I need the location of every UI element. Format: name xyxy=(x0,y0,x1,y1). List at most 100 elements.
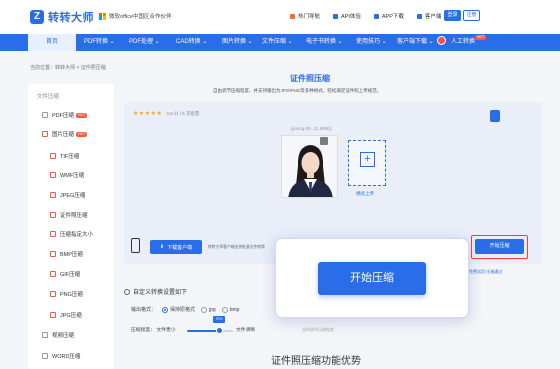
toplink-label: 热门导航 xyxy=(298,14,321,20)
id-photo-icon xyxy=(50,212,56,218)
radio-jpg[interactable] xyxy=(201,306,208,313)
breadcrumb: 当前位置：转转大师 > 证件照压缩 xyxy=(30,65,106,71)
sidebar-item[interactable]: WORD压缩 xyxy=(28,347,114,365)
download-client-button[interactable]: ⬇ 下载客户端 xyxy=(150,240,202,254)
sidebar-item[interactable]: JPG压缩 xyxy=(28,306,114,324)
logo-mark-icon: Z xyxy=(30,10,44,24)
notification-dot-icon xyxy=(437,36,446,45)
toplink-hot-nav[interactable]: 热门导航 xyxy=(290,12,320,20)
panel-action-icon[interactable] xyxy=(490,110,500,122)
compress-label: 压缩程度： xyxy=(131,328,155,333)
format-option-label[interactable]: 保持原格式 xyxy=(170,306,195,313)
main-nav: 首页 PDF转换 ⌄ PDF处理 ⌄ CAD转换 ⌄ 图片转换 ⌄ 文件压缩 ⌄… xyxy=(0,34,560,51)
nav-pdf-convert[interactable]: PDF转换 ⌄ xyxy=(84,34,115,51)
compress-high-label: 文件清晰 xyxy=(236,328,256,333)
brand-name: 转转大师 xyxy=(48,12,94,24)
settings-title-label: 自定义转换设置如下 xyxy=(133,290,188,296)
sidebar-item-label: 压缩指定大小 xyxy=(60,232,94,238)
radio-keep-format[interactable] xyxy=(162,306,169,313)
continue-upload-link[interactable]: 继续上传 xyxy=(356,191,374,197)
toplink-label: APP下载 xyxy=(381,14,404,20)
sidebar-item[interactable]: PNG压缩 xyxy=(28,285,114,303)
sidebar-item[interactable]: JPEG压缩 xyxy=(28,186,114,204)
login-button[interactable]: 登录 xyxy=(444,10,461,21)
photo-filename: (jinxng-28...(2.89M)) xyxy=(291,126,332,131)
download-client-label: 下载客户端 xyxy=(167,244,193,251)
compress-slider-value: 70% xyxy=(213,316,225,323)
jpeg-icon xyxy=(50,192,56,198)
image-icon xyxy=(42,131,48,137)
rating-stars-icon: ★★★★★ xyxy=(133,111,163,117)
sidebar-item-label: TIF压缩 xyxy=(60,154,80,160)
sidebar-item-label: BMP压缩 xyxy=(60,252,83,258)
jpg-icon xyxy=(50,312,56,318)
toplink-client[interactable]: 客户端 xyxy=(416,12,442,20)
bmp-icon xyxy=(50,251,56,257)
format-option-label[interactable]: bmp xyxy=(230,307,240,313)
partner-label: 微软office中国区合作伙伴 xyxy=(109,14,172,20)
sidebar-item[interactable]: WMF压缩 xyxy=(28,166,114,184)
sidebar-item[interactable]: PDF压缩 HOT xyxy=(28,106,114,124)
target-size-icon xyxy=(50,231,56,237)
format-label: 输出格式： xyxy=(131,307,157,313)
sidebar-item-label: PDF压缩 xyxy=(52,113,75,119)
format-option-label[interactable]: jpg xyxy=(209,307,216,313)
nav-image-convert[interactable]: 图片转换 ⌄ xyxy=(222,34,253,51)
sidebar-item[interactable]: 视频压缩 xyxy=(28,326,114,344)
sidebar-item[interactable]: 图片压缩 HOT xyxy=(28,125,114,143)
sidebar-item[interactable]: TIF压缩 xyxy=(28,147,114,165)
sidebar-item[interactable]: 压缩指定大小 xyxy=(28,225,114,243)
brand-logo[interactable]: Z 转转大师 xyxy=(30,9,94,25)
compress-hint: 支持调节压缩程度 xyxy=(302,327,334,332)
hot-badge: HOT xyxy=(475,35,487,40)
sidebar-item-label: WORD压缩 xyxy=(52,354,81,360)
nav-file-compress[interactable]: 文件压缩 ⌄ xyxy=(262,34,293,51)
start-compress-button-zoomed[interactable]: 开始压缩 xyxy=(318,262,426,295)
advantages-heading: 证件照压缩功能优势 xyxy=(271,356,361,367)
compress-row: 压缩程度： 文件更小 xyxy=(131,326,176,333)
toplink-app[interactable]: APP下载 xyxy=(373,12,404,20)
plus-icon[interactable]: + xyxy=(360,152,375,167)
sidebar-item[interactable]: BMP压缩 xyxy=(28,245,114,263)
hot-badge: HOT xyxy=(76,131,88,137)
portrait-illustration xyxy=(282,136,337,197)
download-icon xyxy=(416,13,422,19)
toplink-label: API体验 xyxy=(341,14,361,20)
nav-client-download[interactable]: 客户端下载 ⌄ xyxy=(397,34,434,51)
nav-manual-convert[interactable]: 人工转换 xyxy=(451,34,475,51)
gear-icon xyxy=(124,288,130,295)
format-row: 输出格式： 保持原格式 jpg bmp xyxy=(131,306,239,313)
nav-pdf-process[interactable]: PDF处理 ⌄ xyxy=(129,34,160,51)
sidebar-item-label: 图片压缩 xyxy=(52,132,75,138)
fire-icon xyxy=(290,13,295,19)
settings-title: 自定义转换设置如下 xyxy=(124,287,187,296)
rating-text: 4.9 分 | 5 次投票 xyxy=(166,110,200,116)
hot-badge: HOT xyxy=(76,112,88,118)
toplink-label: 客户端 xyxy=(424,14,442,20)
phone-icon xyxy=(373,13,379,19)
nav-home[interactable]: 首页 xyxy=(28,34,76,51)
rating: ★★★★★ 4.9 分 | 5 次投票 xyxy=(133,110,200,118)
compress-slider-thumb[interactable] xyxy=(216,327,223,334)
sidebar-item[interactable]: 证件照压缩 xyxy=(28,206,114,224)
start-compress-button[interactable]: 开始压缩 xyxy=(475,239,524,254)
png-icon xyxy=(50,291,56,297)
partner-tag: 微软office中国区合作伙伴 xyxy=(99,12,172,20)
trash-icon[interactable] xyxy=(320,137,328,145)
compress-low-label: 文件更小 xyxy=(156,328,176,333)
nav-cad-convert[interactable]: CAD转换 ⌄ xyxy=(176,34,207,51)
sidebar-item[interactable]: GIF压缩 xyxy=(28,265,114,283)
video-icon xyxy=(42,332,48,338)
compress-slider-fill xyxy=(187,330,219,332)
word-icon xyxy=(42,353,48,359)
microsoft-icon xyxy=(99,12,106,20)
gif-icon xyxy=(50,271,56,277)
nav-tips[interactable]: 使用技巧 ⌄ xyxy=(356,34,387,51)
nav-ebook-convert[interactable]: 电子书转换 ⌄ xyxy=(306,34,343,51)
register-button[interactable]: 注册 xyxy=(463,10,480,21)
page-title: 证件照压缩 xyxy=(290,74,330,83)
tif-icon xyxy=(50,153,56,159)
top-bar: Z 转转大师 微软office中国区合作伙伴 热门导航 API体验 APP下载 … xyxy=(0,0,560,34)
toplink-api[interactable]: API体验 xyxy=(333,12,361,20)
radio-bmp[interactable] xyxy=(221,306,228,313)
